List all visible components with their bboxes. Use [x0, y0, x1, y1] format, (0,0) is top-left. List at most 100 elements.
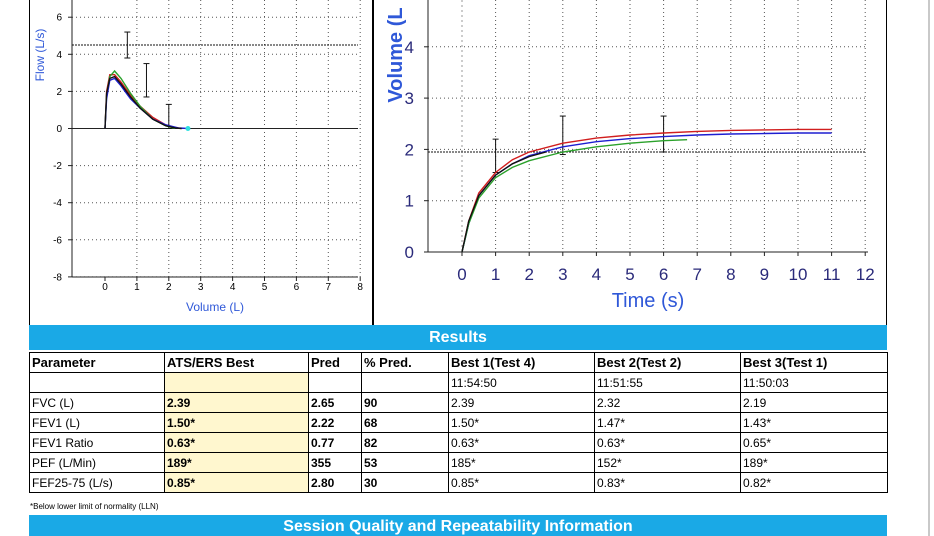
series-line-2: [461, 132, 832, 253]
session-quality-header: Session Quality and Repeatability Inform…: [29, 515, 887, 536]
test-value: 0.63*: [594, 432, 741, 453]
table-cell: [29, 372, 165, 393]
window-edge: [928, 0, 930, 536]
x-axis-label: Time (s): [612, 290, 685, 312]
x-tick-label: 4: [592, 265, 601, 284]
col-header-best-2: Best 2(Test 2): [594, 352, 741, 373]
y-tick-label: -4: [53, 198, 62, 209]
x-tick-label: 4: [230, 282, 236, 293]
table-row: FEV1 Ratio 0.63* 0.77 82 0.63* 0.63* 0.6…: [29, 432, 888, 453]
left-frame-border: [29, 0, 30, 325]
test-time: 11:50:03: [740, 372, 888, 393]
test-value: 1.50*: [448, 412, 595, 433]
table-row: FEV1 (L) 1.50* 2.22 68 1.50* 1.47* 1.43*: [29, 412, 888, 433]
results-header: Results: [29, 325, 887, 350]
x-tick-label: 3: [558, 265, 567, 284]
parameter-name: PEF (L/Min): [29, 452, 165, 473]
col-header-percent-pred: % Pred.: [361, 352, 449, 373]
pred-value: 0.77: [308, 432, 362, 453]
test-value: 1.43*: [740, 412, 888, 433]
table-cell: [361, 372, 449, 393]
x-tick-label: 7: [326, 282, 332, 293]
col-header-parameter: Parameter: [29, 352, 165, 373]
x-tick-label: 0: [457, 265, 466, 284]
x-axis-label: Volume (L): [186, 300, 244, 314]
fv-chart: 0 1 2 3 4 5 6 7 8 -8 -6 -4 -2 0 2 4 6 Volume (L) Flow (L/s…: [33, 0, 363, 314]
test-value: 0.83*: [594, 472, 741, 493]
test-value: 0.82*: [740, 472, 888, 493]
results-table: Parameter ATS/ERS Best Pred % Pred. Best…: [29, 352, 888, 493]
pred-value: 2.65: [308, 392, 362, 413]
test-value: 0.63*: [448, 432, 595, 453]
vt-chart: 0 1 2 3 4 5 6 7 8 9 10 11 1201234Time (s)Volume (L: [385, 0, 875, 312]
y-tick-label: -8: [53, 272, 62, 283]
x-tick-label: 1: [491, 265, 500, 284]
test-time: 11:54:50: [448, 372, 595, 393]
pred-value: 2.22: [308, 412, 362, 433]
test-value: 0.85*: [448, 472, 595, 493]
best-value: 2.39: [164, 392, 309, 413]
charts-area: 0 1 2 3 4 5 6 7 8-8-6-4-20246Volume (L)Flow (L/s…: [33, 0, 875, 314]
test-value: 1.47*: [594, 412, 741, 433]
test-value: 2.39: [448, 392, 595, 413]
x-tick-label: 1: [134, 282, 140, 293]
table-row: FVC (L) 2.39 2.65 90 2.39 2.32 2.19: [29, 392, 888, 413]
y-tick-label: 6: [56, 13, 62, 24]
test-value: 2.19: [740, 392, 888, 413]
table-cell: [164, 372, 309, 393]
percent-pred-value: 82: [361, 432, 449, 453]
series-line-1: [104, 73, 182, 130]
x-tick-label: 9: [760, 265, 769, 284]
parameter-name: FEF25-75 (L/s): [29, 472, 165, 493]
x-tick-label: 0: [102, 282, 108, 293]
x-tick-label: 2: [166, 282, 172, 293]
x-tick-label: 6: [294, 282, 300, 293]
pred-value: 355: [308, 452, 362, 473]
parameter-name: FVC (L): [29, 392, 165, 413]
y-tick-label: 2: [56, 87, 62, 98]
test-value: 189*: [740, 452, 888, 473]
spirometry-report: 0 1 2 3 4 5 6 7 8 -8 -6 -4 -2 0 2 4 6 Volume (L) Flow (L/s…: [0, 0, 934, 536]
test-time: 11:51:55: [594, 372, 741, 393]
y-axis-label: Volume (L: [385, 7, 407, 102]
col-header-best-3: Best 3(Test 1): [740, 352, 888, 373]
y-tick-label: 4: [56, 50, 62, 61]
col-header-best-1: Best 1(Test 4): [448, 352, 595, 373]
x-tick-label: 5: [625, 265, 634, 284]
x-tick-label: 11: [823, 265, 841, 284]
lln-footnote: *Below lower limit of normality (LLN): [30, 502, 159, 511]
y-tick-label: 0: [405, 243, 414, 262]
y-tick-label: 2: [405, 140, 414, 159]
y-tick-label: 1: [405, 192, 414, 211]
test-value: 2.32: [594, 392, 741, 413]
y-tick-label: -6: [53, 235, 62, 246]
percent-pred-value: 30: [361, 472, 449, 493]
y-tick-label: -2: [53, 161, 62, 172]
y-axis-label: Flow (L/s): [33, 29, 47, 82]
table-row-times: 11:54:50 11:51:55 11:50:03: [29, 372, 888, 393]
best-value: 0.63*: [164, 432, 309, 453]
x-tick-label: 7: [692, 265, 701, 284]
x-tick-label: 8: [357, 282, 363, 293]
parameter-name: FEV1 Ratio: [29, 432, 165, 453]
series-line-4: [461, 151, 547, 253]
table-cell: [308, 372, 362, 393]
best-value: 0.85*: [164, 472, 309, 493]
table-header-row: Parameter ATS/ERS Best Pred % Pred. Best…: [29, 352, 888, 373]
right-frame-border: [886, 0, 887, 325]
percent-pred-value: 53: [361, 452, 449, 473]
percent-pred-value: 90: [361, 392, 449, 413]
series-line-1: [461, 128, 832, 253]
table-row: PEF (L/Min) 189* 355 53 185* 152* 189*: [29, 452, 888, 473]
panel-divider: [372, 0, 374, 325]
col-header-pred: Pred: [308, 352, 362, 373]
x-tick-label: 6: [659, 265, 668, 284]
series-line-4: [104, 75, 182, 130]
best-value: 189*: [164, 452, 309, 473]
x-tick-label: 8: [726, 265, 735, 284]
x-tick-label: 12: [856, 265, 875, 284]
parameter-name: FEV1 (L): [29, 412, 165, 433]
x-tick-label: 10: [789, 265, 808, 284]
test-value: 185*: [448, 452, 595, 473]
percent-pred-value: 68: [361, 412, 449, 433]
